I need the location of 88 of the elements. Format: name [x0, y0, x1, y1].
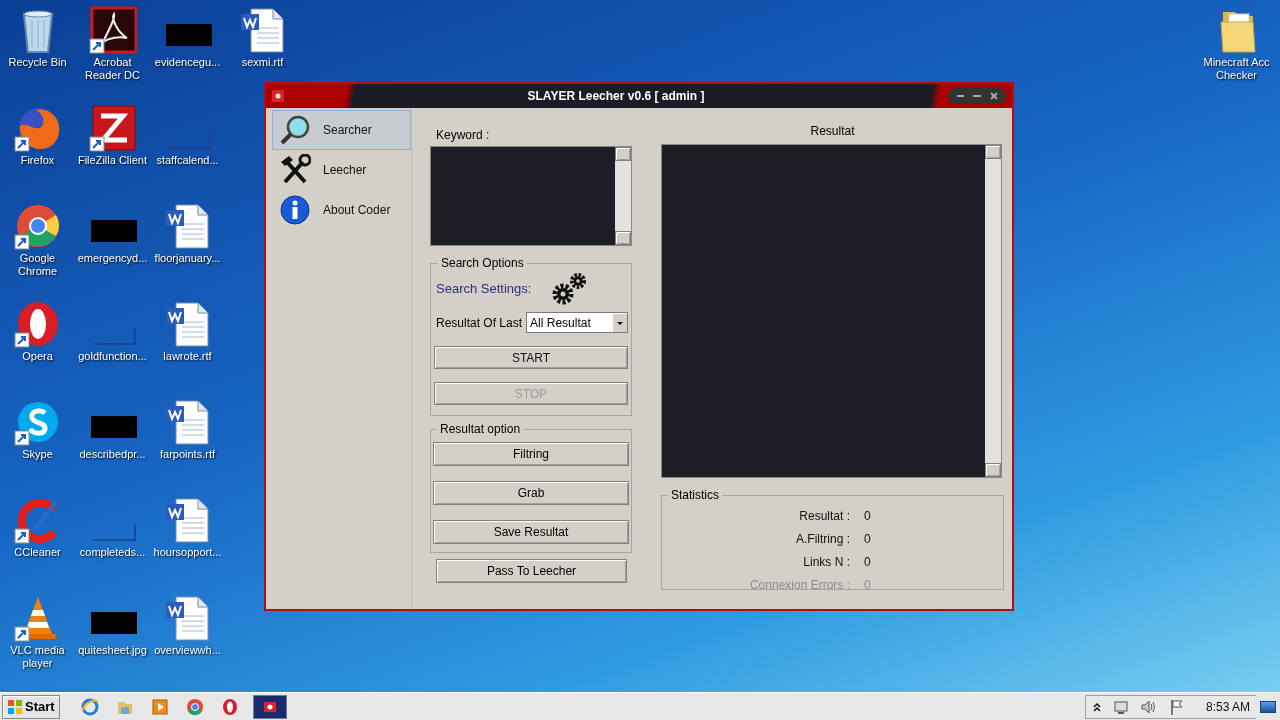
play-icon — [149, 696, 170, 717]
stat-value: 0 — [864, 507, 871, 525]
nav-item[interactable]: About Coder — [272, 190, 411, 230]
fox-globe-icon — [18, 108, 59, 150]
icon-label[interactable]: emergencyd... — [77, 252, 148, 265]
icon-label[interactable]: Acrobat Reader DC — [75, 56, 150, 82]
icon-label[interactable]: Minecraft Acc Checker — [1199, 56, 1274, 82]
hammer-wrench-icon — [279, 154, 311, 186]
clock[interactable]: 8:53 AM — [1205, 697, 1250, 716]
info-icon — [279, 194, 311, 226]
document-icon — [165, 498, 208, 543]
pass-button[interactable]: Pass To Leecher — [436, 559, 627, 583]
stat-label: Links N : — [802, 553, 850, 571]
thumbnail-icon — [90, 416, 137, 438]
panel-title: Resultat option — [439, 421, 522, 438]
window-title: SLAYER Leecher v0.6 [ admin ] — [526, 88, 706, 105]
thumbnail-icon — [165, 24, 212, 46]
folder-icon — [1220, 12, 1255, 53]
taskbar-button[interactable] — [252, 694, 287, 719]
results-list[interactable] — [661, 144, 1002, 478]
icon-label[interactable]: Google Chrome — [0, 252, 75, 278]
action-button[interactable]: Save Resultat — [433, 520, 629, 544]
panel-title: Search Options — [440, 255, 525, 272]
icon-label[interactable]: goldfunction... — [78, 350, 147, 363]
resultat-of-last-label: Resultat Of Last — [436, 314, 523, 332]
pdf-app-icon — [90, 6, 137, 54]
action-button[interactable]: Filtring — [433, 442, 629, 466]
document-icon — [165, 302, 208, 347]
icon-label[interactable]: sexmi.rtf — [241, 56, 284, 69]
chevron-up-icon[interactable] — [1091, 700, 1102, 713]
stat-label: Resultat : — [798, 507, 850, 525]
icon-label[interactable]: VLC media player — [0, 644, 75, 670]
icon-label[interactable]: quitesheet.jpg — [78, 644, 147, 657]
ring-icon — [17, 302, 58, 346]
settings-label: Search Settings: — [436, 280, 532, 299]
browser-e-icon — [79, 696, 100, 717]
z-tile-icon — [92, 105, 135, 151]
icon-label[interactable]: lawrote.rtf — [163, 350, 212, 363]
icon-label[interactable]: FileZilla Client — [77, 154, 148, 167]
windows-logo-icon — [7, 698, 23, 715]
icon-label[interactable]: staffcalend... — [156, 154, 219, 167]
stat-label: A.Filtring : — [795, 530, 850, 548]
thumbnail-corner-icon — [166, 131, 211, 149]
stat-value: 0 — [864, 576, 871, 594]
keyword-field[interactable] — [430, 146, 632, 246]
icon-label[interactable]: describedpr... — [79, 448, 146, 461]
nav-item[interactable]: Searcher — [272, 110, 411, 150]
results-label: Resultat — [810, 123, 855, 140]
icon-label[interactable]: Recycle Bin — [8, 56, 67, 69]
icon-label[interactable]: Skype — [22, 448, 53, 461]
icon-label[interactable]: evidencegu... — [154, 56, 221, 69]
document-icon — [240, 8, 283, 53]
icon-label[interactable]: farpoints.rtf — [160, 448, 215, 461]
recycle-bin-icon — [22, 10, 53, 53]
thumbnail-icon — [90, 612, 137, 634]
document-icon — [165, 400, 208, 445]
s-circle-icon — [17, 402, 58, 442]
action-button[interactable]: Grab — [433, 481, 629, 505]
scrollbar[interactable] — [615, 147, 631, 245]
stat-value: 0 — [864, 553, 871, 571]
icon-label[interactable]: CCleaner — [14, 546, 61, 559]
thumbnail-corner-icon — [91, 327, 136, 345]
gears-icon — [551, 272, 588, 306]
thumbnail-corner-icon — [91, 523, 136, 541]
icon-label[interactable]: hoursopport... — [153, 546, 222, 559]
segmented-circle-icon — [184, 696, 205, 717]
show-desktop-button[interactable] — [1260, 700, 1276, 713]
scrollbar[interactable] — [985, 145, 1001, 477]
stat-label: Connexion Errors : — [748, 576, 850, 594]
resultat-dropdown[interactable]: All Resultat — [526, 312, 628, 333]
icon-label[interactable]: Firefox — [20, 154, 55, 167]
start-button[interactable]: Start — [2, 694, 60, 719]
action-button[interactable]: START — [434, 346, 628, 369]
app-icon — [272, 90, 284, 102]
keyword-label: Keyword : — [436, 127, 491, 144]
icon-label[interactable]: floorjanuary... — [154, 252, 221, 265]
nav-item[interactable]: Leecher — [272, 150, 411, 190]
panel-title: Statistics — [670, 487, 720, 504]
icon-label[interactable]: Opera — [22, 350, 53, 363]
document-icon — [165, 204, 208, 249]
thumbnail-icon — [90, 220, 137, 242]
icon-label[interactable]: overviewwh... — [154, 644, 221, 657]
magnifier-icon — [279, 114, 311, 146]
icon-label[interactable]: completeds... — [79, 546, 146, 559]
document-icon — [165, 596, 208, 641]
segmented-circle-icon — [16, 205, 59, 247]
stat-value: 0 — [864, 530, 871, 548]
arc-brush-icon — [17, 499, 58, 543]
